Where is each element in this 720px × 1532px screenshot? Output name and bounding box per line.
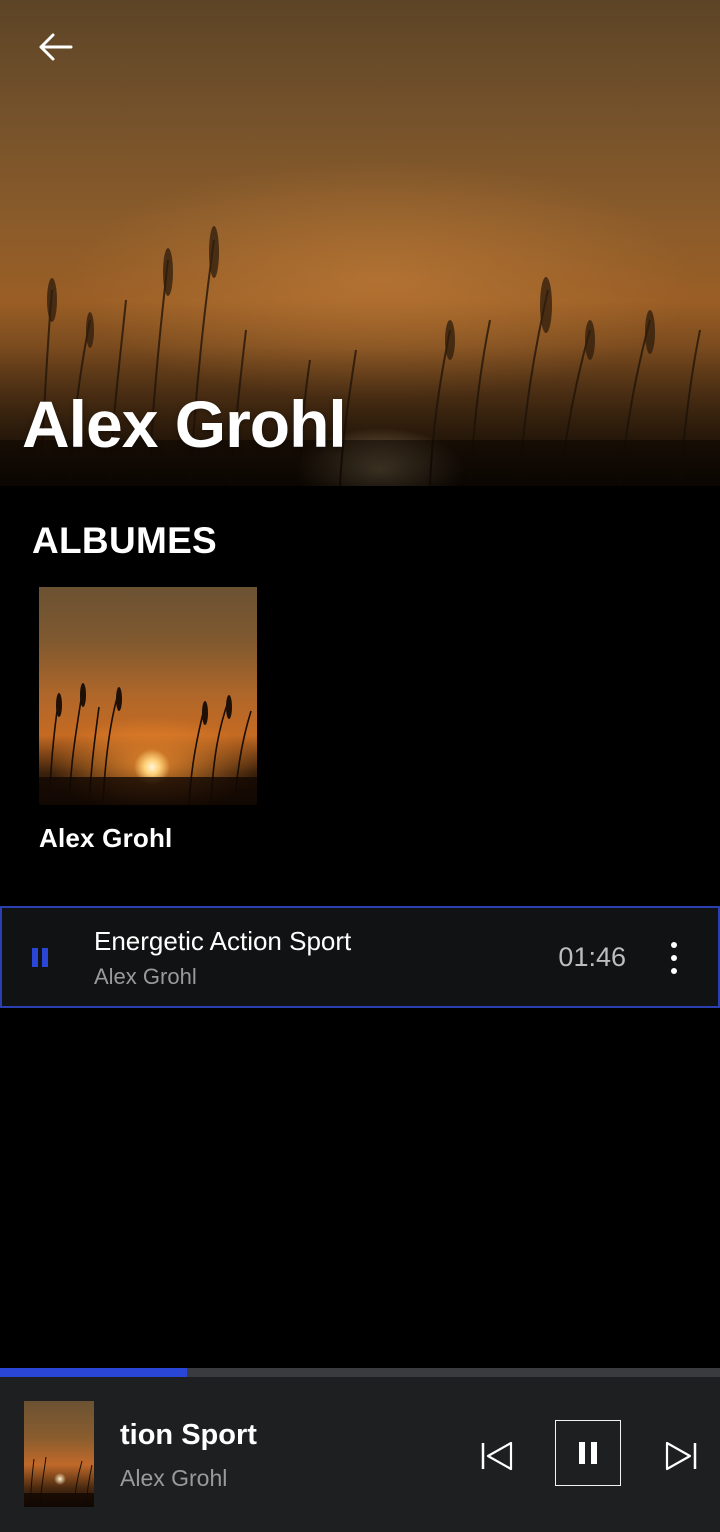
albums-section-title: ALBUMES xyxy=(32,520,218,561)
playback-progress-bar[interactable] xyxy=(0,1368,720,1377)
pause-button[interactable] xyxy=(555,1420,621,1486)
skip-next-icon xyxy=(665,1441,697,1471)
now-playing-title: tion Sport xyxy=(120,1419,257,1451)
album-cover-image xyxy=(39,587,257,805)
track-title: Energetic Action Sport xyxy=(94,926,352,956)
arrow-left-icon xyxy=(39,33,73,61)
more-vertical-icon[interactable] xyxy=(656,938,692,978)
mini-player: tion Sport Alex Grohl xyxy=(0,1377,720,1532)
now-playing-cover-image[interactable] xyxy=(24,1401,94,1507)
artist-name: Alex Grohl xyxy=(22,387,347,461)
playback-progress-fill xyxy=(0,1368,188,1377)
track-duration: 01:46 xyxy=(558,942,626,972)
skip-next-button[interactable] xyxy=(660,1435,702,1477)
album-card[interactable]: Alex Grohl xyxy=(39,587,279,854)
now-playing-artist: Alex Grohl xyxy=(120,1465,228,1491)
pause-icon xyxy=(579,1442,597,1464)
track-artist: Alex Grohl xyxy=(94,964,197,989)
back-button[interactable] xyxy=(30,24,80,70)
track-row[interactable]: Energetic Action Sport Alex Grohl 01:46 xyxy=(0,906,720,1008)
skip-previous-icon xyxy=(481,1441,513,1471)
skip-previous-button[interactable] xyxy=(476,1435,518,1477)
pause-icon xyxy=(32,948,50,968)
artist-hero: Alex Grohl xyxy=(0,0,720,486)
album-title: Alex Grohl xyxy=(39,823,173,853)
now-playing-title-marquee: tion Sport xyxy=(120,1419,290,1459)
